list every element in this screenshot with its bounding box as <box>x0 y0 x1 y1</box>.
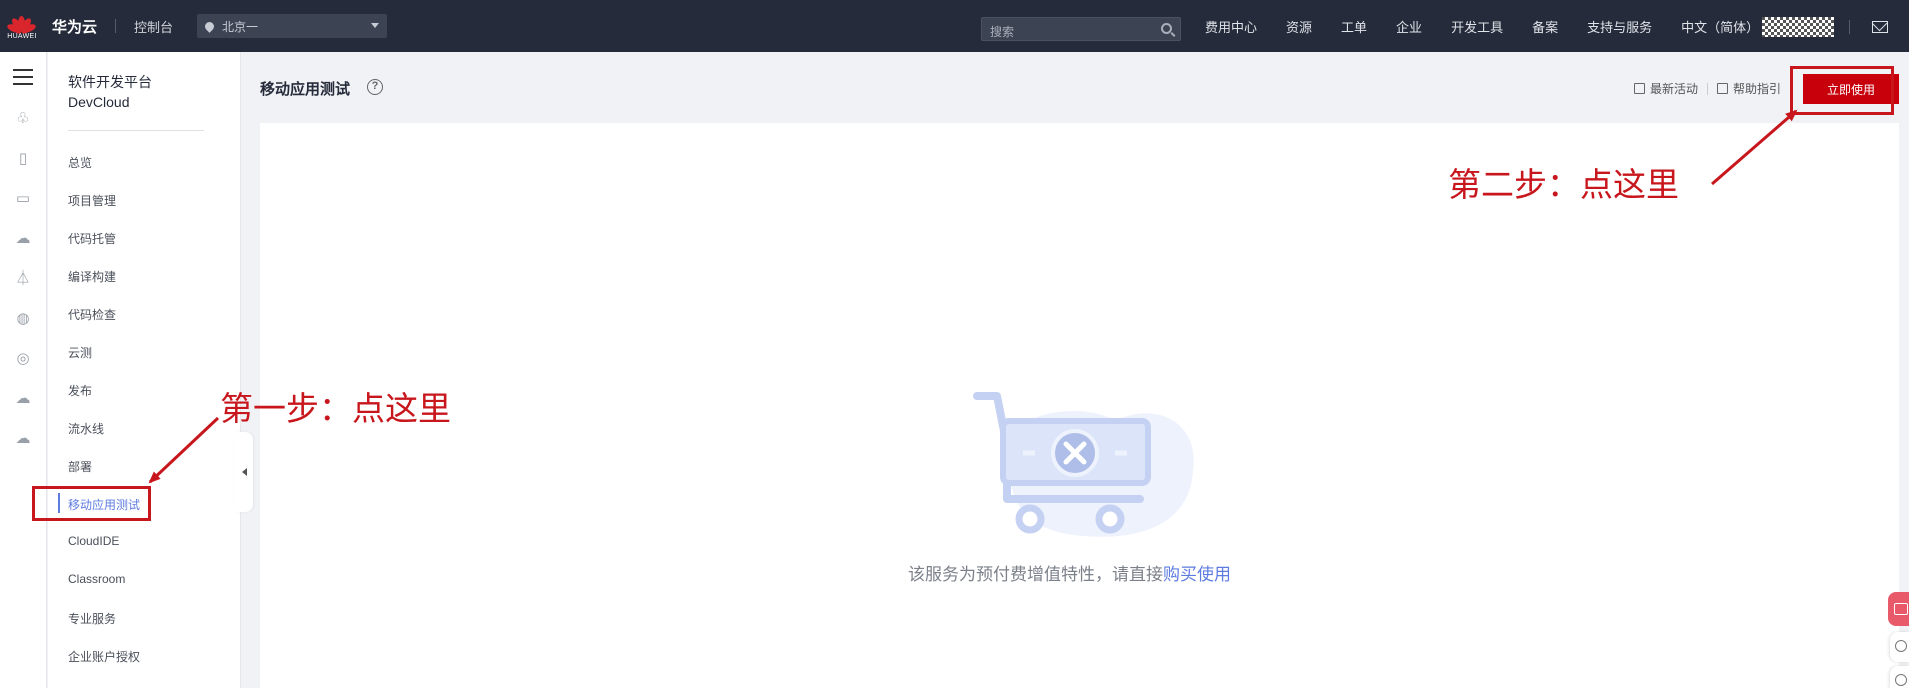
step1-arrow <box>148 416 220 484</box>
chat-widget-button[interactable] <box>1888 592 1909 626</box>
feedback-widget-button[interactable] <box>1890 632 1909 662</box>
annotation-arrows <box>148 109 1798 484</box>
smile-icon <box>1895 640 1907 652</box>
step2-arrow <box>1711 109 1798 186</box>
headset-icon <box>1895 674 1907 686</box>
service-widget-button[interactable] <box>1890 666 1909 688</box>
